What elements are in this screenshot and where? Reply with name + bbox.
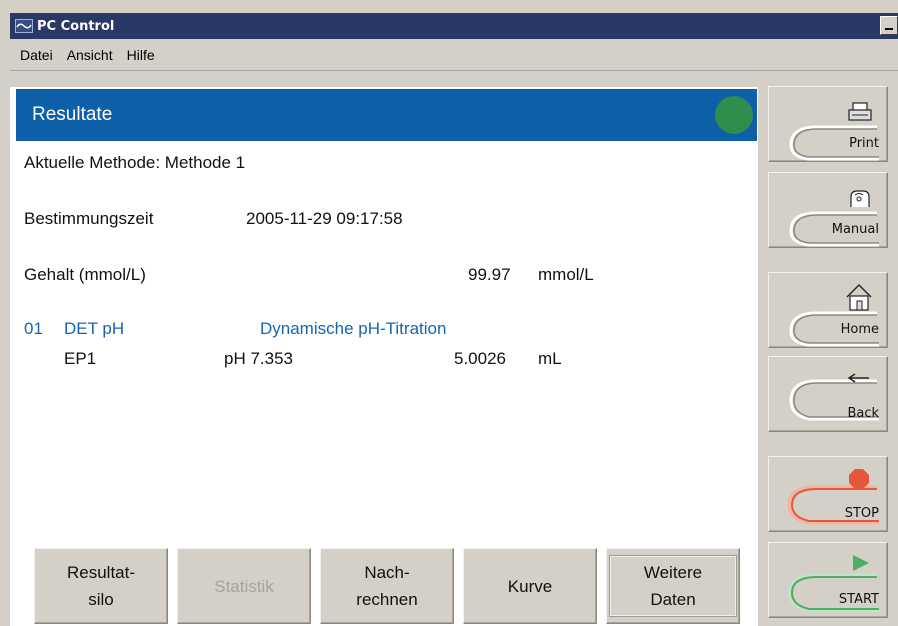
stop-octagon-icon	[849, 469, 869, 489]
minimize-button[interactable]	[880, 16, 898, 35]
start-label: START	[838, 592, 879, 607]
app-wave-icon	[15, 19, 33, 33]
menu-datei[interactable]: Datei	[20, 47, 53, 63]
menu-hilfe-label: Hilfe	[126, 46, 155, 63]
stop-button-graphic	[787, 469, 879, 525]
home-button[interactable]: Home	[768, 272, 888, 348]
back-label: Back	[847, 406, 879, 421]
nachrechnen-label-2: rechnen	[356, 590, 418, 609]
home-button-graphic	[789, 284, 879, 347]
stop-label: STOP	[844, 506, 879, 521]
print-button-graphic	[789, 102, 879, 161]
kurve-button[interactable]: Kurve	[463, 548, 597, 624]
manual-button[interactable]: Manual	[768, 172, 888, 248]
endpoint-ph: pH 7.353	[224, 349, 293, 368]
start-play-icon	[853, 555, 869, 571]
time-value: 2005-11-29 09:17:58	[246, 209, 403, 228]
back-button[interactable]: Back	[768, 356, 888, 432]
statistik-button[interactable]: Statistik	[177, 548, 311, 624]
start-button-graphic	[787, 555, 879, 613]
content-label: Gehalt (mmol/L)	[24, 265, 146, 284]
content-value: 99.97	[468, 265, 511, 284]
time-label: Bestimmungszeit	[24, 209, 154, 228]
menu-datei-label: Datei	[20, 46, 53, 63]
weitere-label-2: Daten	[650, 590, 696, 609]
title-bar: PC Control	[10, 13, 898, 39]
menu-ansicht-label: Ansicht	[66, 46, 113, 63]
endpoint-unit: mL	[538, 349, 562, 368]
manual-button-graphic	[789, 190, 879, 247]
statistik-label: Statistik	[214, 576, 274, 596]
manual-label: Manual	[831, 222, 879, 237]
weitere-daten-button[interactable]: Weitere Daten	[606, 548, 740, 624]
resultatsilo-button[interactable]: Resultat- silo	[34, 548, 168, 624]
hand-icon	[850, 190, 870, 207]
stop-button[interactable]: STOP	[768, 456, 888, 532]
content-unit: mmol/L	[538, 265, 594, 284]
nachrechnen-button[interactable]: Nach- rechnen	[320, 548, 454, 624]
weitere-label-1: Weitere	[643, 563, 703, 582]
endpoint-volume: 5.0026	[454, 349, 506, 368]
results-header: Resultate	[16, 89, 757, 141]
nachrechnen-label-1: Nach-	[364, 563, 410, 582]
menu-hilfe[interactable]: Hilfe	[127, 47, 155, 63]
menu-bar: Datei Ansicht Hilfe	[10, 39, 898, 71]
current-method: Aktuelle Methode: Methode 1	[24, 153, 246, 172]
resultatsilo-label-1: Resultat-	[66, 563, 136, 582]
start-button[interactable]: START	[768, 542, 888, 618]
resultatsilo-label-2: silo	[88, 590, 114, 609]
endpoint-label: EP1	[64, 349, 97, 368]
menu-ansicht[interactable]: Ansicht	[67, 47, 113, 63]
print-label: Print	[849, 136, 879, 151]
results-panel: Resultate Aktuelle Methode: Methode 1 Be…	[10, 87, 758, 626]
printer-icon	[848, 102, 872, 121]
window-title: PC Control	[37, 18, 115, 34]
house-icon	[846, 284, 872, 311]
step-description: Dynamische pH-Titration	[260, 319, 447, 338]
home-label: Home	[840, 322, 879, 337]
page-title: Resultate	[32, 104, 113, 125]
kurve-label: Kurve	[507, 576, 553, 596]
step-number: 01	[24, 319, 43, 338]
back-button-graphic	[789, 373, 879, 421]
print-button[interactable]: Print	[768, 86, 888, 162]
step-command: DET pH	[64, 319, 125, 338]
status-indicator	[715, 96, 753, 134]
